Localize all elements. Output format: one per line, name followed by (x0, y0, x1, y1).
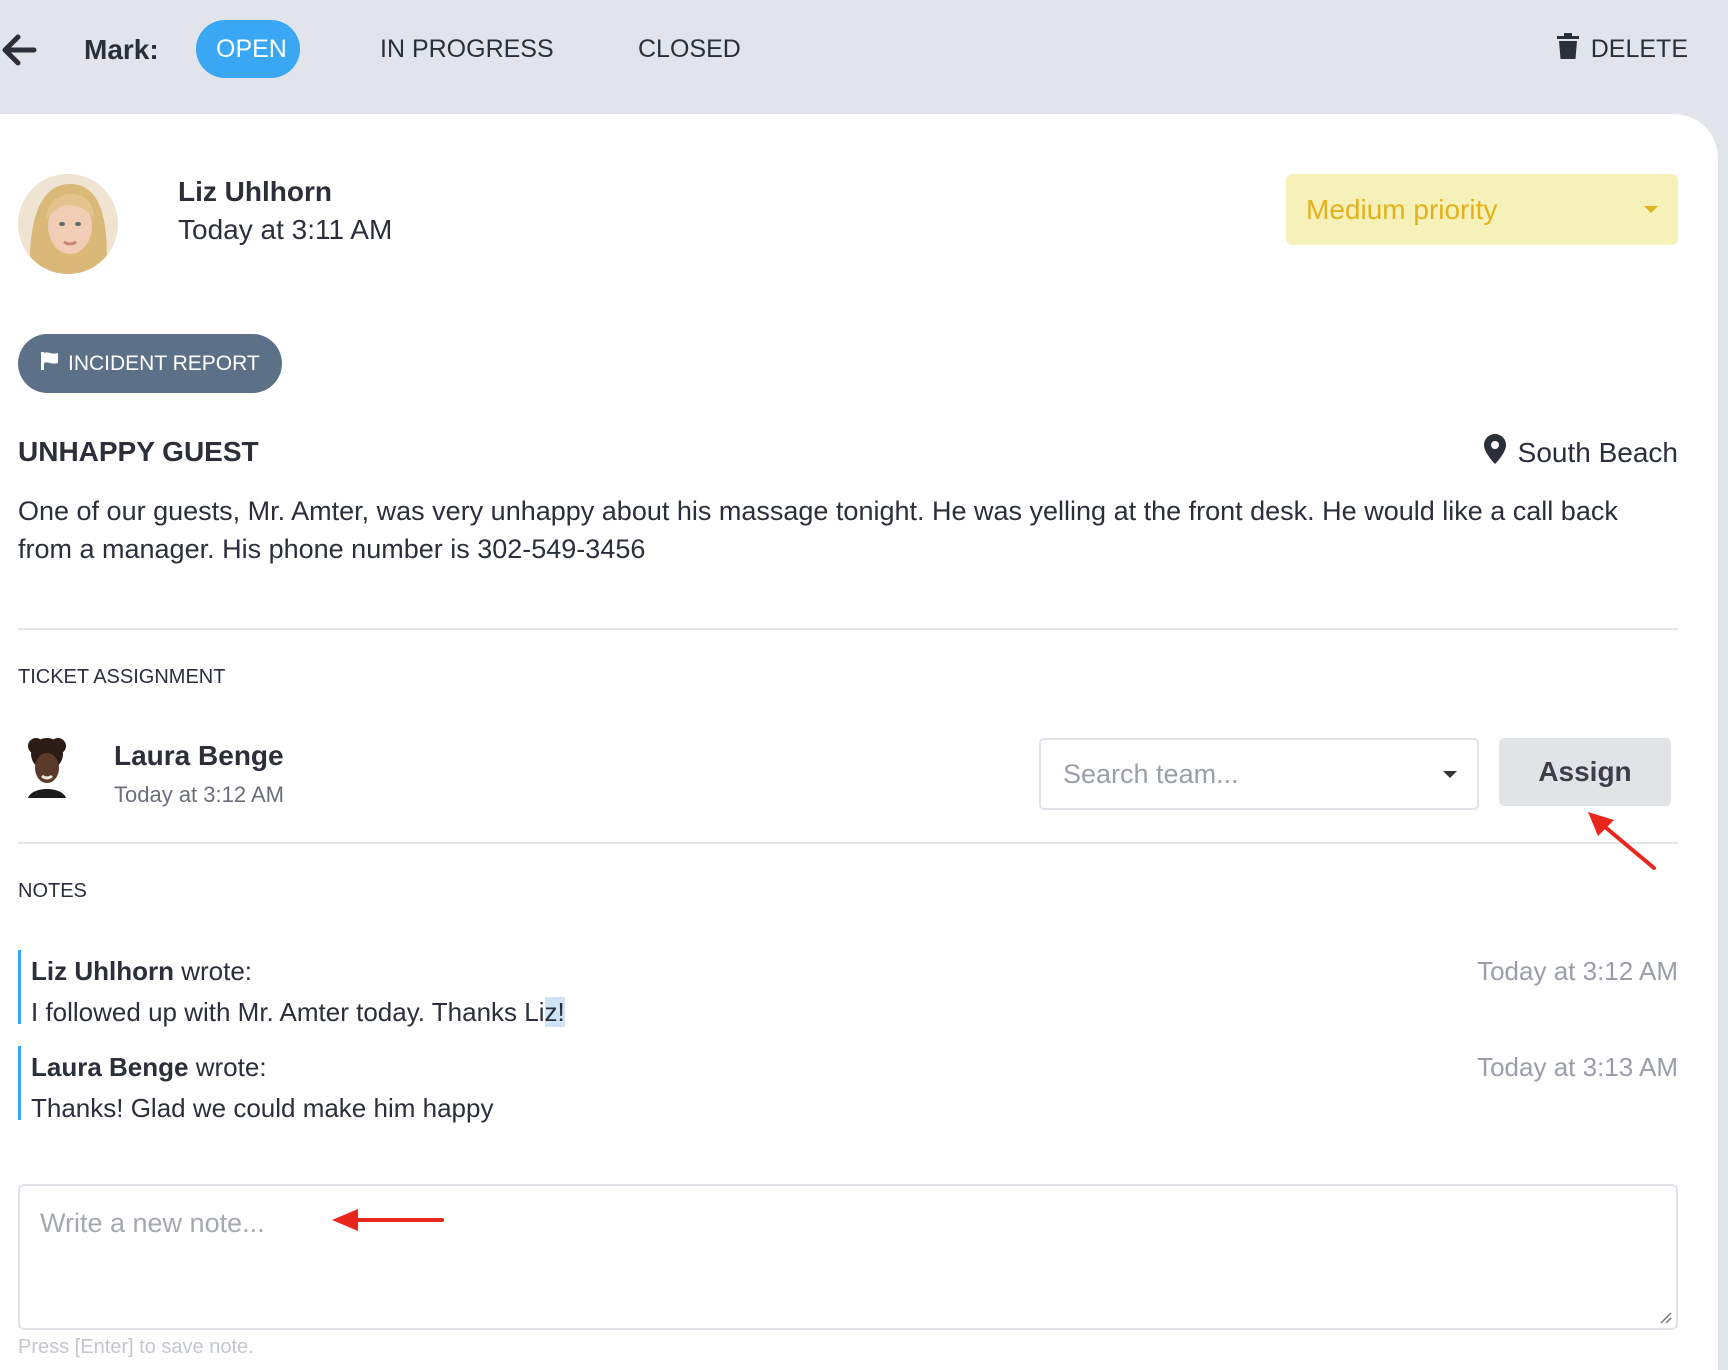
category-badge[interactable]: INCIDENT REPORT (18, 334, 282, 393)
flag-icon (40, 351, 60, 377)
tab-closed[interactable]: CLOSED (638, 20, 741, 78)
note-text: Thanks! Glad we could make him happy (31, 1093, 494, 1123)
tab-in-progress[interactable]: IN PROGRESS (380, 20, 554, 78)
note-timestamp: Today at 3:13 AM (1477, 1052, 1678, 1082)
map-pin-icon (1483, 434, 1506, 471)
note-author: Liz Uhlhorn (31, 956, 174, 986)
annotation-arrow-icon (1588, 812, 1656, 870)
assignee-timestamp: Today at 3:12 AM (114, 782, 284, 807)
ticket-title: UNHAPPY GUEST (18, 436, 259, 467)
trash-icon (1556, 32, 1579, 66)
annotation-arrow-icon (332, 1209, 444, 1231)
note-text-selection: z! (544, 997, 565, 1027)
assignee-name: Laura Benge (114, 740, 284, 771)
resize-handle-icon[interactable] (1658, 1310, 1672, 1324)
caret-down-icon (1443, 771, 1457, 778)
search-team-placeholder: Search team... (1063, 759, 1239, 789)
notes-heading: NOTES (18, 880, 87, 902)
ticket-location: South Beach (1483, 434, 1678, 471)
note-wrote: wrote: (195, 1052, 267, 1082)
category-label: INCIDENT REPORT (68, 351, 260, 375)
mark-label: Mark: (84, 34, 159, 65)
delete-label: DELETE (1590, 34, 1688, 63)
ticket-assignment-heading: TICKET ASSIGNMENT (18, 666, 226, 688)
note-timestamp: Today at 3:12 AM (1477, 956, 1678, 986)
author-name: Liz Uhlhorn (178, 176, 332, 207)
new-note-input[interactable] (18, 1184, 1678, 1330)
divider (18, 842, 1678, 844)
note-item: Laura Benge wrote: Thanks! Glad we could… (18, 1046, 1678, 1123)
search-team-select[interactable]: Search team... (1039, 738, 1479, 810)
tab-open[interactable]: OPEN (196, 20, 300, 78)
note-text: I followed up with Mr. Amter today. Than… (31, 997, 545, 1027)
priority-select[interactable]: Medium priority (1286, 174, 1678, 245)
assignee-avatar (22, 736, 72, 798)
save-note-hint: Press [Enter] to save note. (18, 1336, 254, 1358)
note-author: Laura Benge (31, 1052, 189, 1082)
divider (18, 628, 1678, 630)
ticket-description: One of our guests, Mr. Amter, was very u… (18, 496, 1618, 564)
caret-down-icon (1644, 206, 1658, 213)
delete-button[interactable]: DELETE (1556, 32, 1688, 66)
note-wrote: wrote: (181, 956, 253, 986)
back-arrow-icon[interactable] (0, 28, 40, 72)
note-item: Liz Uhlhorn wrote: I followed up with Mr… (18, 950, 1678, 1027)
priority-value: Medium priority (1306, 194, 1498, 225)
assign-button[interactable]: Assign (1499, 738, 1671, 806)
author-avatar (18, 174, 118, 274)
author-timestamp: Today at 3:11 AM (178, 214, 393, 245)
status-toolbar: Mark: OPEN IN PROGRESS CLOSED DELETE (0, 0, 1728, 95)
location-label: South Beach (1517, 436, 1678, 468)
